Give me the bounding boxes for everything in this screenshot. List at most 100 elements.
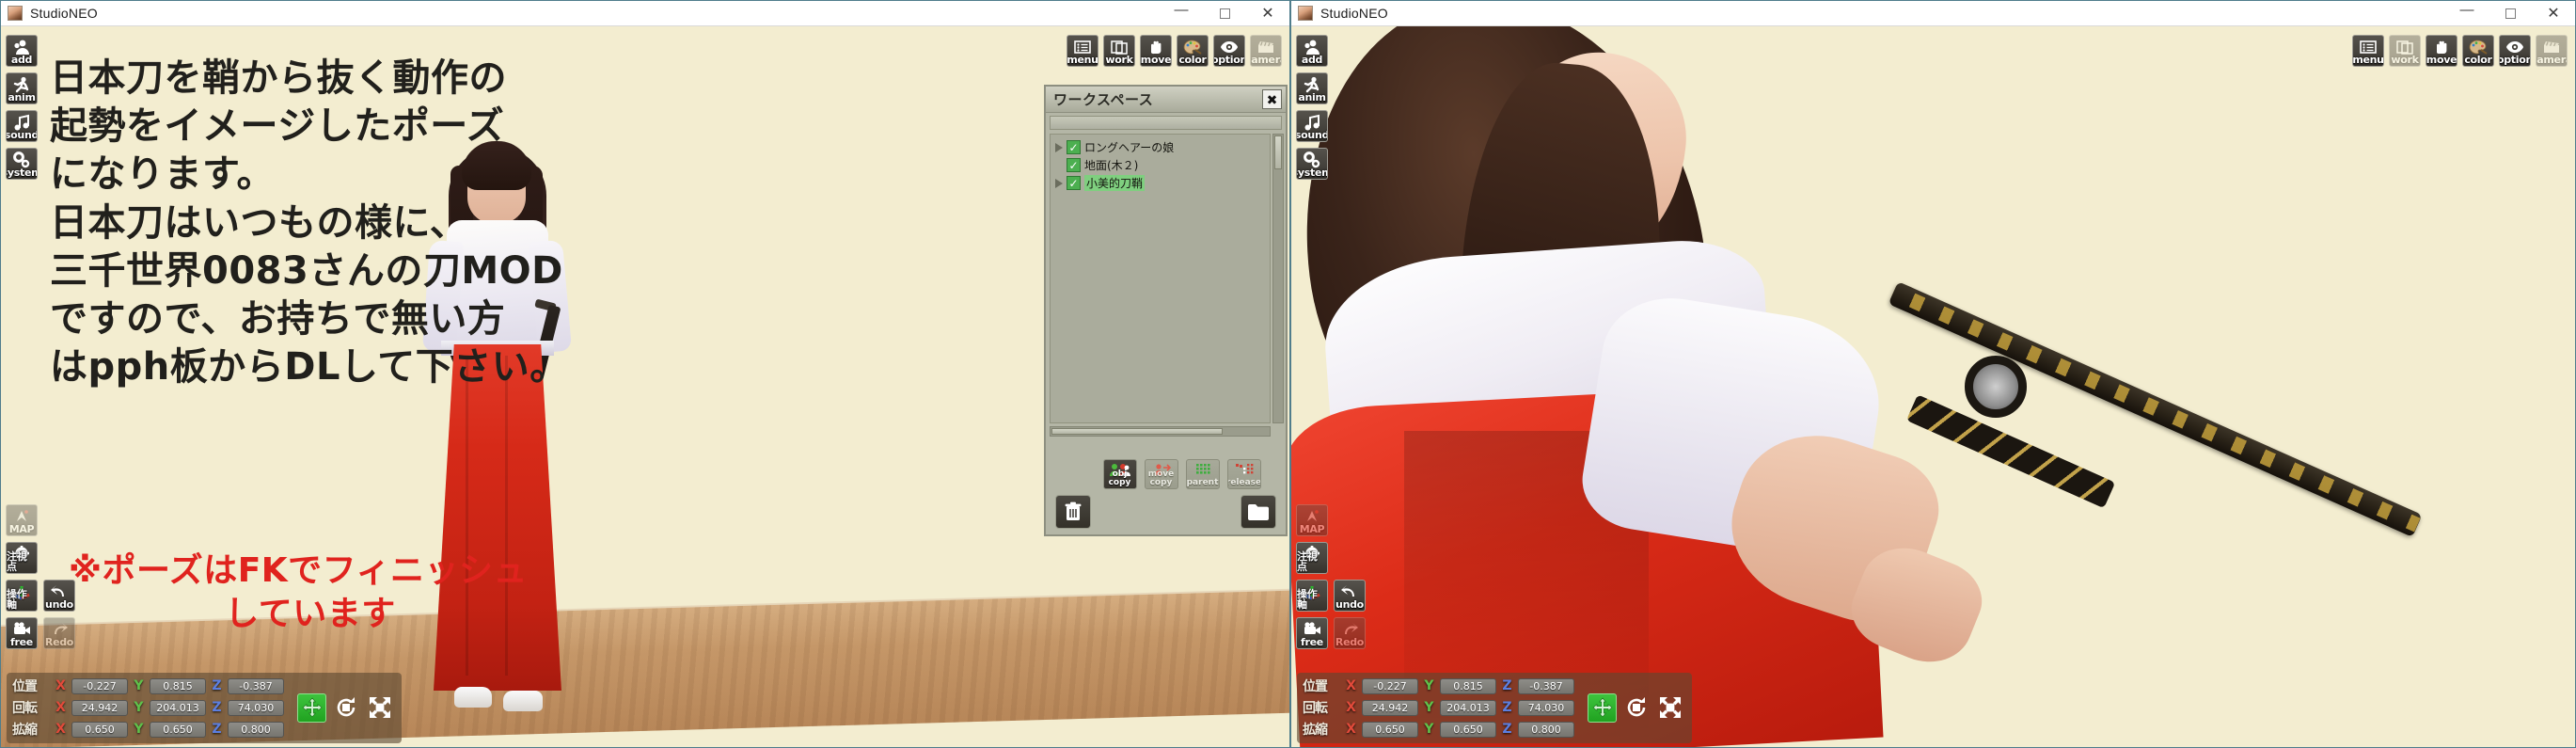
tool-button-system[interactable]: system — [1296, 148, 1328, 180]
tool-button-sound[interactable]: sound — [1296, 110, 1328, 142]
tool-button-menu[interactable]: menu — [2352, 35, 2384, 67]
tool-label: camera — [2536, 54, 2567, 66]
rotation-y-field[interactable]: 204.013 — [150, 699, 206, 716]
position-x-field[interactable]: -0.227 — [1362, 677, 1418, 694]
move-mode-button[interactable] — [1588, 692, 1617, 723]
close-button[interactable]: ✕ — [1246, 1, 1289, 26]
release-button[interactable]: release — [1226, 459, 1261, 489]
expand-triangle-icon[interactable] — [1055, 178, 1063, 188]
window-title: StudioNEO — [30, 6, 98, 21]
rotation-x-field[interactable]: 24.942 — [1362, 699, 1418, 716]
workspace-close-button[interactable]: ✖ — [1262, 89, 1282, 109]
rotate-mode-button[interactable] — [331, 693, 360, 723]
workspace-panel[interactable]: ワークスペース ✖ ✓ ロングヘアーの娘 ✓ 地面(木２) ✓ 小美的刀鞘 ob… — [1044, 85, 1288, 536]
tool-button-move[interactable]: move — [1140, 35, 1172, 67]
tool-button-anim[interactable]: anim — [1296, 72, 1328, 104]
scale-x-field[interactable]: 0.650 — [1362, 721, 1418, 738]
tool-button-redo[interactable]: Redo — [1334, 617, 1366, 649]
tool-button-add[interactable]: add — [1296, 35, 1328, 67]
viewport-left[interactable]: 日本刀を鞘から抜く動作の 起勢をイメージしたポーズ になります。 日本刀はいつも… — [1, 26, 1289, 747]
tool-label: color — [1178, 54, 1207, 66]
parent-button[interactable]: parent — [1185, 459, 1220, 489]
tool-button-option[interactable]: option — [2499, 35, 2531, 67]
delete-button[interactable] — [1055, 495, 1091, 529]
viewport-right[interactable]: 入れ替えるキャラの身長に 拠っては、親指で刀の鱔を 押し出す部分がズレます。 そ… — [1291, 26, 2575, 747]
visibility-checkbox[interactable]: ✓ — [1067, 158, 1081, 172]
list-item[interactable]: ✓ ロングヘアーの娘 — [1053, 138, 1267, 156]
position-x-field[interactable]: -0.227 — [71, 677, 128, 694]
workspace-object-list[interactable]: ✓ ロングヘアーの娘 ✓ 地面(木２) ✓ 小美的刀鞘 — [1050, 134, 1271, 423]
rotate-mode-button[interactable] — [1621, 693, 1651, 723]
rotation-z-field[interactable]: 74.030 — [1518, 699, 1574, 716]
studioneo-window-right: StudioNEO — ✕ add anim sound yste MAP 注視… — [1290, 0, 2576, 748]
visibility-checkbox[interactable]: ✓ — [1067, 176, 1081, 190]
expand-triangle-icon[interactable] — [1055, 142, 1063, 152]
tool-label: move — [1140, 54, 1172, 66]
scrollbar-thumb[interactable] — [1051, 428, 1223, 435]
scale-y-field[interactable]: 0.650 — [1440, 721, 1496, 738]
close-button[interactable]: ✕ — [2532, 1, 2575, 26]
list-item-label: ロングヘアーの娘 — [1084, 141, 1175, 154]
position-z-field[interactable]: -0.387 — [1518, 677, 1574, 694]
row-label: 位置 — [12, 679, 38, 694]
tool-button-gaze[interactable]: 注視点 — [6, 542, 38, 574]
scale-z-field[interactable]: 0.800 — [1518, 721, 1574, 738]
lower-left-toolbar: MAP 注視点 操作軸 undo free Redo — [6, 504, 75, 649]
tool-button-move[interactable]: move — [2426, 35, 2457, 67]
tool-caption: release — [1226, 478, 1261, 487]
tool-button-color[interactable]: color — [1177, 35, 1209, 67]
transform-rows: 位置 X -0.227 Y 0.815 Z -0.387 回転 X 24.942… — [1303, 676, 1574, 739]
tool-button-sound[interactable]: sound — [6, 110, 38, 142]
scale-mode-button[interactable] — [1655, 693, 1684, 723]
tool-button-option[interactable]: option — [1213, 35, 1245, 67]
visibility-checkbox[interactable]: ✓ — [1067, 140, 1081, 154]
tool-button-camera[interactable]: camera — [2536, 35, 2568, 67]
list-item[interactable]: ✓ 小美的刀鞘 — [1053, 174, 1267, 192]
tool-label: work — [2391, 54, 2419, 66]
rotation-x-field[interactable]: 24.942 — [71, 699, 128, 716]
position-z-field[interactable]: -0.387 — [228, 677, 284, 694]
list-item[interactable]: ✓ 地面(木２) — [1053, 156, 1267, 174]
tool-button-axis[interactable]: 操作軸 — [6, 580, 38, 612]
tool-button-add[interactable]: add — [6, 35, 38, 67]
tool-button-gaze[interactable]: 注視点 — [1296, 542, 1328, 574]
tool-button-anim[interactable]: anim — [6, 72, 38, 104]
scrollbar-thumb[interactable] — [1274, 135, 1282, 169]
workspace-title: ワークスペース — [1053, 91, 1154, 108]
minimize-button[interactable]: — — [1160, 1, 1203, 26]
tool-button-free[interactable]: free — [1296, 617, 1328, 649]
workspace-vertical-scrollbar[interactable] — [1272, 134, 1284, 423]
workspace-horizontal-scrollbar[interactable] — [1050, 426, 1271, 437]
obj-copy-button[interactable]: obj copy — [1102, 459, 1137, 489]
tool-button-camera[interactable]: camera — [1250, 35, 1282, 67]
axis-label-y: Y — [1424, 678, 1434, 693]
maximize-button[interactable] — [1203, 1, 1246, 26]
scale-z-field[interactable]: 0.800 — [228, 721, 284, 738]
tool-button-map[interactable]: MAP — [1296, 504, 1328, 536]
move-mode-button[interactable] — [297, 692, 326, 723]
rotation-y-field[interactable]: 204.013 — [1440, 699, 1496, 716]
scale-x-field[interactable]: 0.650 — [71, 721, 128, 738]
tool-button-undo[interactable]: undo — [1334, 580, 1366, 612]
tool-button-color[interactable]: color — [2462, 35, 2494, 67]
maximize-button[interactable] — [2489, 1, 2532, 26]
tool-button-redo[interactable]: Redo — [43, 617, 75, 649]
folder-button[interactable] — [1241, 495, 1276, 529]
position-y-field[interactable]: 0.815 — [150, 677, 206, 694]
tool-button-work[interactable]: work — [1103, 35, 1135, 67]
tool-button-system[interactable]: system — [6, 148, 38, 180]
tool-button-map[interactable]: MAP — [6, 504, 38, 536]
tool-button-work[interactable]: work — [2389, 35, 2421, 67]
tool-button-undo[interactable]: undo — [43, 580, 75, 612]
workspace-tool-row: obj copy move copy parent release — [1046, 459, 1286, 489]
position-y-field[interactable]: 0.815 — [1440, 677, 1496, 694]
tool-button-menu[interactable]: menu — [1067, 35, 1098, 67]
transform-row-scale: 拡縮 X 0.650 Y 0.650 Z 0.800 — [1303, 720, 1574, 739]
scale-mode-button[interactable] — [365, 693, 394, 723]
move-copy-button[interactable]: move copy — [1144, 459, 1178, 489]
minimize-button[interactable]: — — [2445, 1, 2489, 26]
scale-y-field[interactable]: 0.650 — [150, 721, 206, 738]
tool-button-axis[interactable]: 操作軸 — [1296, 580, 1328, 612]
tool-button-free[interactable]: free — [6, 617, 38, 649]
rotation-z-field[interactable]: 74.030 — [228, 699, 284, 716]
